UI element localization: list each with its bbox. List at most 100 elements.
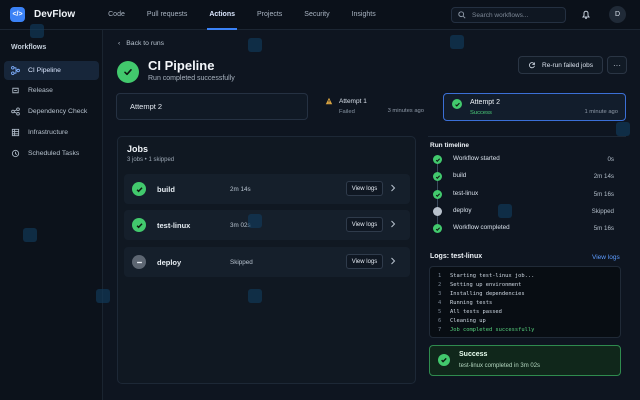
nav-projects[interactable]: Projects [246, 0, 293, 30]
nav-security[interactable]: Security [293, 0, 340, 30]
back-label: Back to runs [126, 40, 165, 47]
decorative-mark-icon [248, 289, 262, 303]
sidebar-title: Workflows [11, 44, 47, 51]
attempt-title: Attempt 2 [470, 99, 500, 106]
rerun-label: Re-run failed jobs [542, 61, 593, 69]
main-nav: Code Pull requests Actions Projects Secu… [97, 0, 387, 30]
nav-actions[interactable]: Actions [198, 0, 246, 30]
sidebar-item-scheduled-tasks[interactable]: Scheduled Tasks [4, 144, 99, 163]
view-logs-button[interactable]: View logs [346, 181, 383, 196]
log-line: 2 Setting up environment [438, 282, 522, 288]
nav-pull-requests[interactable]: Pull requests [136, 0, 198, 30]
job-time: 2m 14s [230, 186, 251, 193]
sidebar-item-release[interactable]: Release [4, 81, 99, 100]
chevron-right-icon[interactable] [390, 257, 396, 265]
workflows-sidebar: Workflows CI Pipeline Release Dependency… [0, 30, 103, 400]
view-logs-link[interactable]: View logs [592, 254, 620, 261]
attempt-time: 3 minutes ago [387, 108, 424, 114]
log-line: 5 All tests passed [438, 309, 502, 315]
sidebar-item-label: CI Pipeline [28, 67, 61, 74]
app-name: DevFlow [34, 9, 76, 20]
log-line: 6 Cleaning up [438, 318, 486, 324]
decorative-mark-icon [23, 228, 37, 242]
jobs-panel: Jobs 3 jobs • 1 skipped build 2m 14s Vie… [117, 136, 416, 384]
jobs-title: Jobs [127, 144, 149, 154]
sidebar-item-dependency-check[interactable]: Dependency Check [4, 102, 99, 121]
job-name: deploy [157, 258, 182, 267]
more-options-button[interactable]: ··· [607, 56, 627, 74]
success-check-icon [452, 99, 462, 109]
log-line: 1 Starting test-linux job... [438, 273, 535, 279]
attempt-title: Attempt 1 [339, 98, 367, 105]
logs-title: Logs: test-linux [430, 253, 483, 260]
timeline-time: 5m 16s [593, 225, 614, 232]
app-logo[interactable]: </> DevFlow [10, 7, 75, 22]
dependency-icon [11, 107, 20, 116]
timeline-label: deploy [453, 207, 472, 214]
timeline-label: Workflow completed [453, 224, 510, 231]
attempt-selector[interactable]: Attempt 2 [116, 93, 308, 120]
top-navigation: </> DevFlow Code Pull requests Actions P… [0, 0, 640, 30]
nav-code[interactable]: Code [97, 0, 136, 30]
sidebar-item-ci-pipeline[interactable]: CI Pipeline [4, 61, 99, 80]
clock-icon [11, 149, 20, 158]
decorative-mark-icon [30, 24, 44, 38]
log-output: 1 Starting test-linux job... 2 Setting up … [429, 266, 621, 338]
warning-icon [325, 97, 333, 105]
search-placeholder: Search workflows... [472, 11, 529, 19]
page-title: CI Pipeline [148, 58, 215, 73]
success-result-banner: Success test-linux completed in 3m 02s [429, 345, 621, 376]
job-name: build [157, 185, 175, 194]
view-logs-button[interactable]: View logs [346, 254, 383, 269]
job-time: Skipped [230, 259, 253, 266]
user-avatar[interactable]: D [609, 6, 626, 23]
success-check-icon [132, 182, 146, 196]
job-row-deploy[interactable]: deploy Skipped View logs [124, 247, 410, 277]
attempt-time: 1 minute ago [584, 109, 618, 115]
attempt-1-card[interactable]: Attempt 1 Failed 3 minutes ago [318, 93, 431, 121]
search-icon [458, 11, 466, 19]
infrastructure-icon [11, 128, 20, 137]
decorative-mark-icon [498, 204, 512, 218]
chevron-right-icon[interactable] [390, 220, 396, 228]
success-check-icon [132, 218, 146, 232]
search-input[interactable]: Search workflows... [451, 7, 566, 23]
refresh-icon [529, 62, 535, 69]
timeline-time: 5m 16s [593, 191, 614, 198]
run-timeline: Run timeline Workflow started 0s build 2… [428, 136, 626, 243]
decorative-mark-icon [96, 289, 110, 303]
decorative-mark-icon [450, 35, 464, 49]
timeline-title: Run timeline [430, 142, 470, 149]
attempt-selector-value: Attempt 2 [130, 102, 163, 111]
attempt-status: Success [470, 110, 492, 116]
timeline-time: Skipped [591, 208, 614, 215]
timeline-label: test-linux [453, 190, 479, 197]
timeline-time: 0s [607, 156, 614, 163]
release-icon [12, 87, 19, 94]
timeline-label: Workflow started [453, 155, 500, 162]
job-name: test-linux [157, 221, 191, 230]
timeline-success-icon [433, 190, 442, 199]
log-line: 7 Job completed successfully [438, 327, 535, 333]
success-title: Success [459, 351, 488, 358]
nav-insights[interactable]: Insights [341, 0, 387, 30]
page-subtitle: Run completed successfully [148, 75, 235, 82]
job-row-build[interactable]: build 2m 14s View logs [124, 174, 410, 204]
log-line: 4 Running tests [438, 300, 493, 306]
rerun-failed-jobs-button[interactable]: Re-run failed jobs [518, 56, 603, 74]
sidebar-item-label: Dependency Check [28, 108, 88, 115]
attempt-status: Failed [339, 109, 355, 115]
notification-bell-icon[interactable] [581, 9, 591, 20]
log-line: 3 Installing dependencies [438, 291, 525, 297]
view-logs-button[interactable]: View logs [346, 217, 383, 232]
attempt-2-card[interactable]: Attempt 2 Success 1 minute ago [443, 93, 626, 121]
chevron-right-icon[interactable] [390, 184, 396, 192]
sidebar-item-label: Infrastructure [28, 129, 69, 136]
success-message: test-linux completed in 3m 02s [459, 363, 541, 369]
jobs-summary: 3 jobs • 1 skipped [127, 157, 175, 163]
sidebar-item-infrastructure[interactable]: Infrastructure [4, 123, 99, 142]
job-row-test-linux[interactable]: test-linux 3m 02s View logs [124, 210, 410, 240]
decorative-mark-icon [616, 122, 630, 136]
back-to-runs-link[interactable]: ‹ Back to runs [118, 40, 164, 47]
timeline-time: 2m 14s [593, 173, 614, 180]
